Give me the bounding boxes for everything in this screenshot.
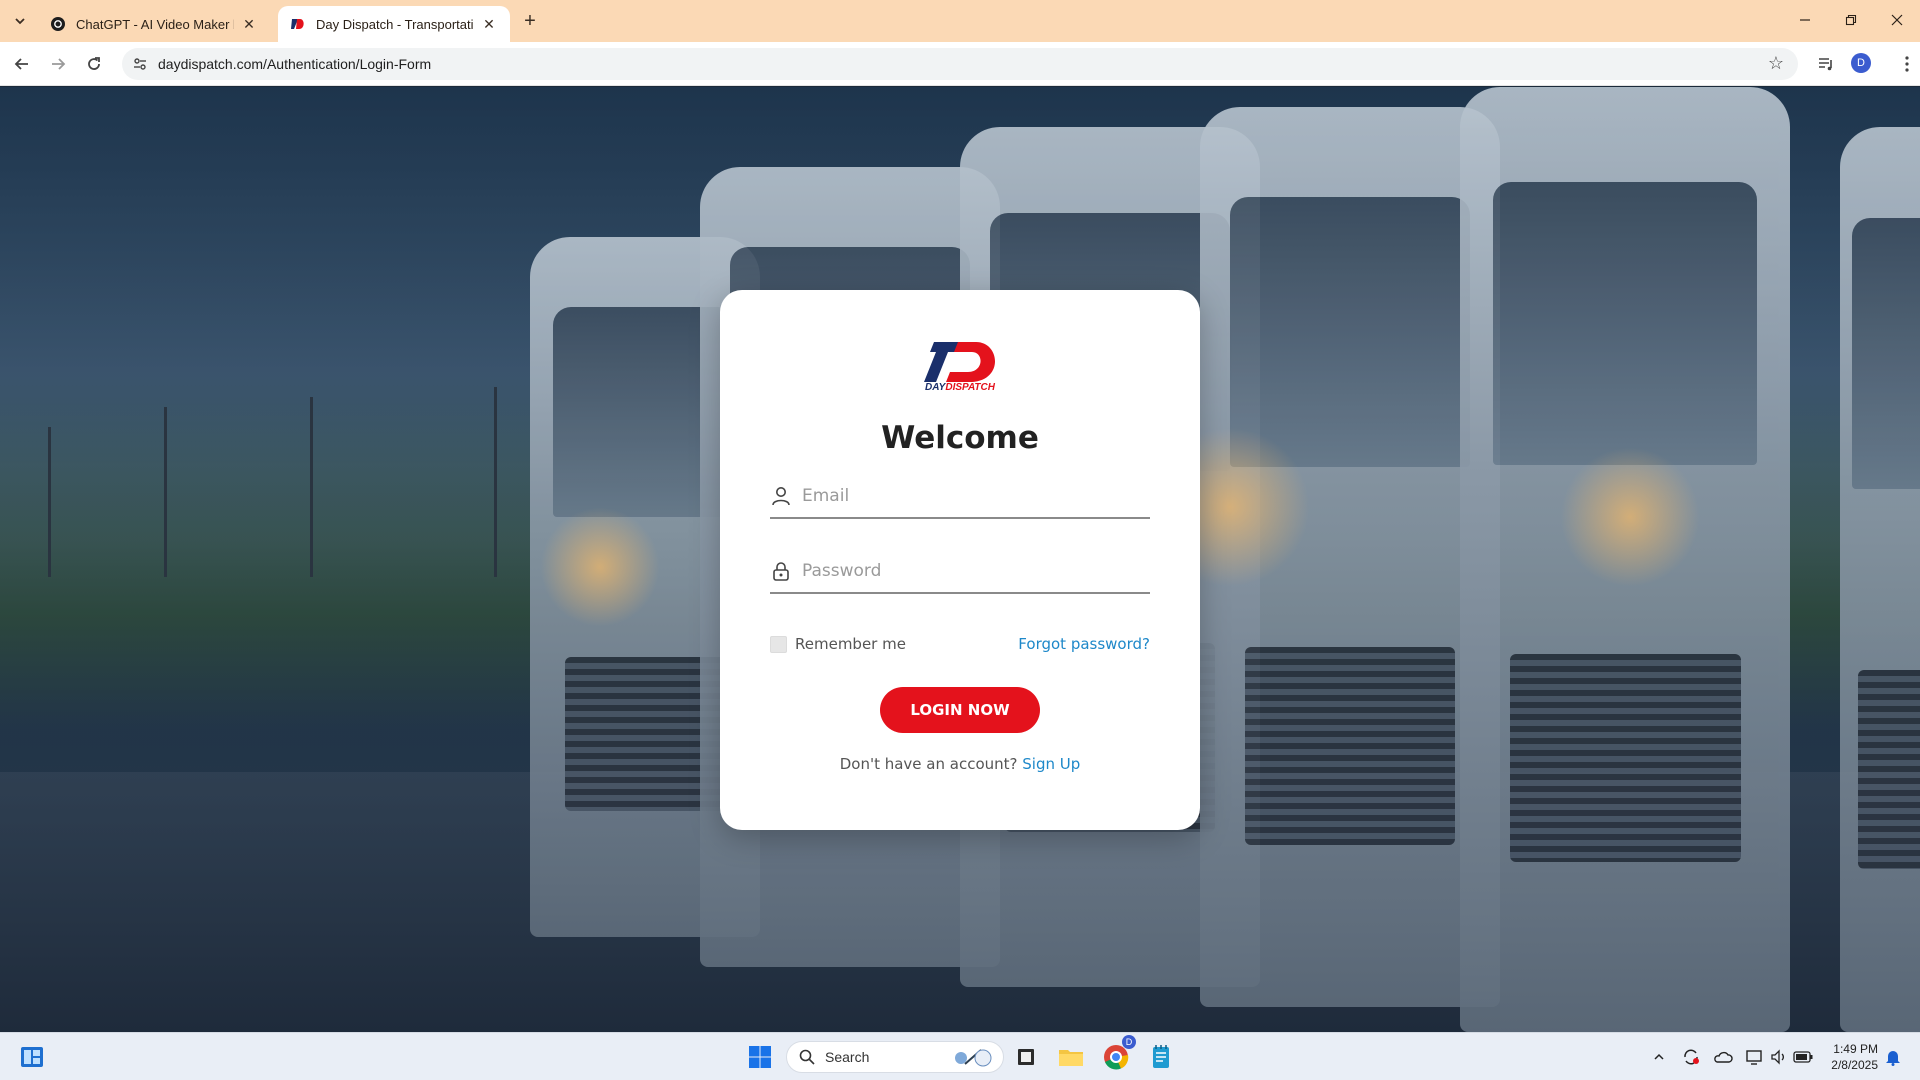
url-text: daydispatch.com/Authentication/Login-For… <box>158 56 432 72</box>
remember-me-label: Remember me <box>795 635 906 653</box>
login-button[interactable]: LOGIN NOW <box>880 687 1040 733</box>
clock-time: 1:49 PM <box>1833 1042 1878 1056</box>
show-hidden-icons-chevron-icon[interactable] <box>1649 1047 1669 1067</box>
page-title: Welcome <box>881 420 1039 456</box>
taskbar-search-placeholder: Search <box>825 1049 870 1065</box>
signup-prompt: Don't have an account? Sign Up <box>720 755 1200 773</box>
sunlight-glare <box>540 507 660 627</box>
tab-search-chevron-icon[interactable] <box>8 9 32 33</box>
login-card: DAYDISPATCH Welcome Remember me Forgot p… <box>720 290 1200 830</box>
bookmark-star-icon[interactable]: ☆ <box>1768 53 1784 74</box>
taskbar-search-box[interactable]: Search <box>786 1041 1004 1073</box>
utility-pole <box>164 407 167 577</box>
close-tab-icon[interactable]: ✕ <box>240 15 258 33</box>
notepad-icon[interactable] <box>1145 1041 1177 1073</box>
daydispatch-favicon <box>290 16 306 32</box>
browser-toolbar: daydispatch.com/Authentication/Login-For… <box>0 42 1920 86</box>
sunlight-glare <box>1560 447 1700 587</box>
tab-day-dispatch[interactable]: Day Dispatch - Transportation | ✕ <box>278 6 510 42</box>
back-arrow-icon[interactable] <box>8 50 36 78</box>
truck-image <box>1840 127 1920 1032</box>
email-input[interactable] <box>802 479 1142 513</box>
file-explorer-icon[interactable] <box>1055 1041 1087 1073</box>
search-icon <box>799 1049 815 1065</box>
windows-start-icon[interactable] <box>744 1041 776 1073</box>
utility-pole <box>48 427 51 577</box>
volume-icon[interactable] <box>1769 1047 1789 1067</box>
battery-icon[interactable] <box>1793 1047 1813 1067</box>
new-tab-button[interactable]: + <box>518 9 542 33</box>
utility-pole <box>310 397 313 577</box>
password-field-container <box>770 550 1150 594</box>
onedrive-icon[interactable] <box>1713 1047 1733 1067</box>
address-bar[interactable]: daydispatch.com/Authentication/Login-For… <box>122 48 1798 80</box>
tab-title: Day Dispatch - Transportation | <box>316 16 474 32</box>
sync-icon[interactable] <box>1681 1047 1701 1067</box>
brand-name: DAYDISPATCH <box>924 382 995 393</box>
email-field-container <box>770 475 1150 519</box>
close-window-button[interactable] <box>1874 0 1920 40</box>
checkbox-box[interactable] <box>770 635 787 653</box>
profile-avatar[interactable]: D <box>1851 53 1871 73</box>
notification-bell-icon[interactable] <box>1883 1047 1903 1067</box>
network-icon[interactable] <box>1745 1047 1765 1067</box>
task-view-icon[interactable] <box>1010 1041 1042 1073</box>
chrome-profile-badge: D <box>1122 1035 1136 1049</box>
taskbar: Search D 1:49 PM 2/8/2025 <box>0 1032 1920 1080</box>
reload-icon[interactable] <box>80 50 108 78</box>
media-controls-icon[interactable] <box>1814 52 1838 76</box>
forward-arrow-icon[interactable] <box>44 50 72 78</box>
chrome-icon[interactable]: D <box>1100 1035 1136 1073</box>
tab-title: ChatGPT - AI Video Maker by D <box>76 16 234 32</box>
openai-icon <box>50 16 66 32</box>
forgot-password-link[interactable]: Forgot password? <box>1018 635 1150 653</box>
restore-button[interactable] <box>1828 0 1874 40</box>
search-highlight-icon <box>951 1046 997 1073</box>
system-clock[interactable]: 1:49 PM 2/8/2025 <box>1818 1041 1878 1073</box>
site-info-icon[interactable] <box>130 54 150 74</box>
more-menu-icon[interactable] <box>1895 52 1919 76</box>
signup-prompt-text: Don't have an account? <box>839 755 1018 773</box>
password-input[interactable] <box>802 554 1142 588</box>
widgets-icon[interactable] <box>16 1041 48 1073</box>
tab-strip: ChatGPT - AI Video Maker by D ✕ Day Disp… <box>0 0 1920 42</box>
utility-pole <box>494 387 497 577</box>
minimize-button[interactable] <box>1782 0 1828 40</box>
user-icon <box>772 487 790 506</box>
lock-icon <box>773 562 789 581</box>
sign-up-link[interactable]: Sign Up <box>1022 755 1080 773</box>
clock-date: 2/8/2025 <box>1831 1058 1878 1072</box>
close-tab-icon[interactable]: ✕ <box>480 15 498 33</box>
tab-chatgpt[interactable]: ChatGPT - AI Video Maker by D ✕ <box>38 6 270 42</box>
remember-me-checkbox[interactable]: Remember me <box>770 635 906 653</box>
